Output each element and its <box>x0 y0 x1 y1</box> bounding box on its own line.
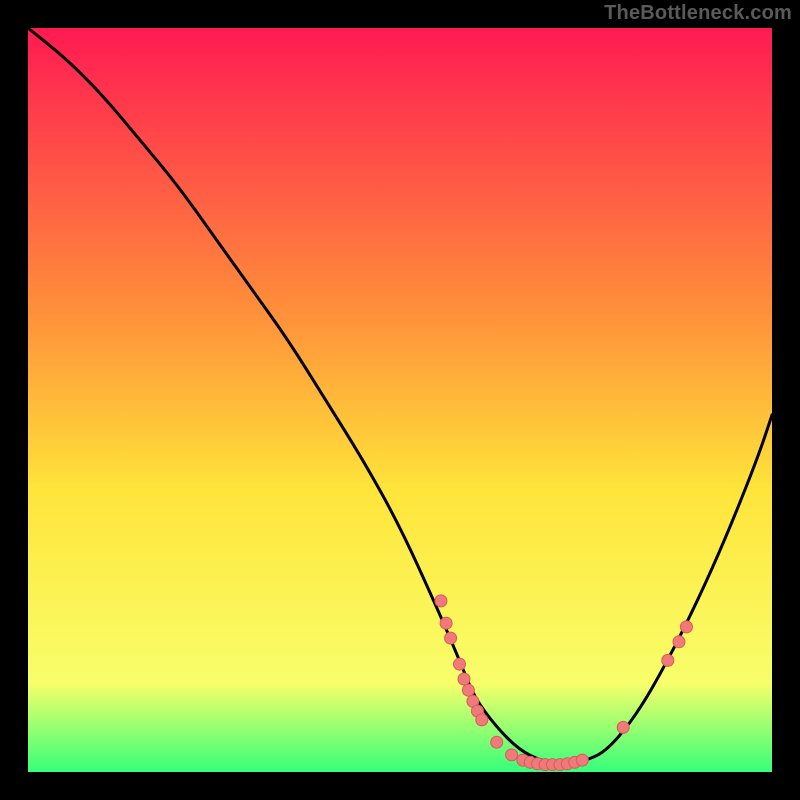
data-point <box>454 658 466 670</box>
data-point <box>491 736 503 748</box>
plot-area <box>28 28 772 772</box>
chart-frame: TheBottleneck.com <box>0 0 800 800</box>
data-point <box>435 595 447 607</box>
data-point <box>462 684 474 696</box>
data-point <box>680 621 692 633</box>
data-point <box>617 721 629 733</box>
data-point <box>506 749 518 761</box>
data-point <box>445 632 457 644</box>
data-point <box>662 654 674 666</box>
data-point <box>440 617 452 629</box>
data-point <box>476 714 488 726</box>
watermark-text: TheBottleneck.com <box>604 2 792 25</box>
data-point <box>576 754 588 766</box>
data-point <box>458 673 470 685</box>
data-point <box>673 636 685 648</box>
bottleneck-chart <box>28 28 772 772</box>
